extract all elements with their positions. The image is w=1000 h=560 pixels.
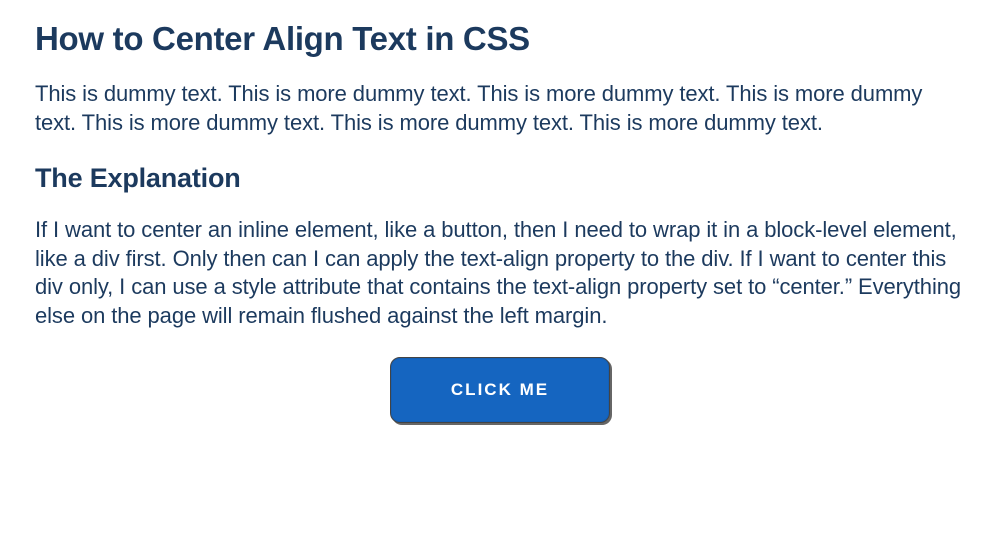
intro-paragraph: This is dummy text. This is more dummy t… xyxy=(35,80,965,137)
click-me-button[interactable]: CLICK ME xyxy=(390,357,610,423)
button-container: CLICK ME xyxy=(35,357,965,423)
page-heading: How to Center Align Text in CSS xyxy=(35,20,965,58)
explanation-paragraph: If I want to center an inline element, l… xyxy=(35,216,965,330)
subheading: The Explanation xyxy=(35,163,965,194)
